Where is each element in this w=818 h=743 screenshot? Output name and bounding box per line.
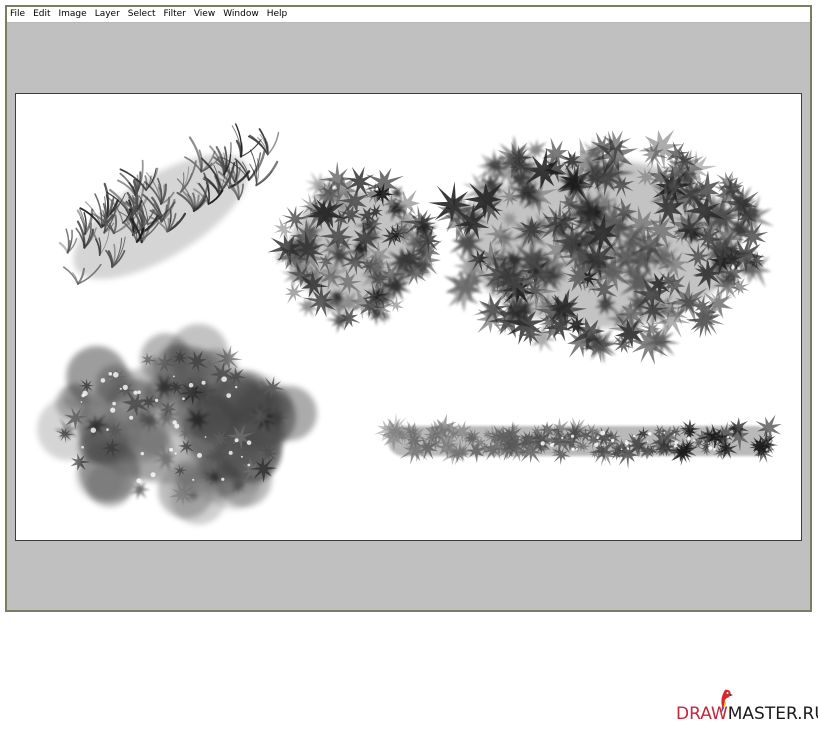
app-window: File Edit Image Layer Select Filter View… bbox=[5, 5, 812, 612]
menu-window[interactable]: Window bbox=[219, 7, 263, 22]
sponge-brush-stroke bbox=[37, 323, 317, 525]
logo-draw-text: DRAW bbox=[676, 704, 728, 724]
logo-master-text: MASTER.RU bbox=[727, 704, 818, 724]
grass-brush-stroke bbox=[58, 123, 280, 285]
document-canvas[interactable] bbox=[15, 93, 802, 541]
leaf-brush-stroke-small bbox=[267, 161, 442, 334]
menu-filter[interactable]: Filter bbox=[160, 7, 190, 22]
workspace bbox=[7, 23, 810, 610]
menu-layer[interactable]: Layer bbox=[91, 7, 124, 22]
menu-select[interactable]: Select bbox=[124, 7, 160, 22]
menu-view[interactable]: View bbox=[190, 7, 219, 22]
menu-edit[interactable]: Edit bbox=[29, 7, 54, 22]
leaf-brush-stroke-large bbox=[428, 129, 775, 366]
menu-file[interactable]: File bbox=[7, 7, 29, 22]
drawmaster-logo: DRAWMASTER.RU bbox=[676, 688, 818, 728]
logo-text: DRAWMASTER.RU bbox=[676, 704, 818, 724]
menu-bar: File Edit Image Layer Select Filter View… bbox=[7, 7, 810, 23]
menu-help[interactable]: Help bbox=[263, 7, 292, 22]
brush-strokes-artwork bbox=[37, 123, 782, 525]
leaf-brush-horizontal-stroke bbox=[374, 412, 782, 470]
menu-image[interactable]: Image bbox=[55, 7, 91, 22]
